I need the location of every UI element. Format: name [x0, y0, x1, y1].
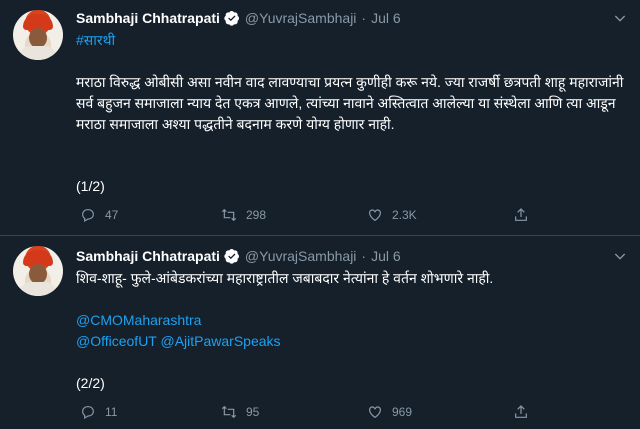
mention-link[interactable]: @OfficeofUT [76, 333, 157, 349]
tweet-header: Sambhaji Chhatrapati @YuvrajSambhaji · J… [76, 246, 401, 266]
mentions-line-2: @OfficeofUT @AjitPawarSpeaks [76, 331, 626, 352]
retweet-count: 95 [246, 405, 260, 419]
tweet[interactable]: Sambhaji Chhatrapati @YuvrajSambhaji · J… [0, 0, 640, 235]
chevron-down-icon[interactable] [612, 248, 628, 264]
author-handle[interactable]: @YuvrajSambhaji [245, 248, 357, 264]
tweet-divider [0, 235, 640, 236]
retweet-icon [221, 405, 237, 419]
retweet-button[interactable]: 298 [221, 205, 266, 225]
reply-icon [82, 406, 94, 420]
share-button[interactable] [513, 402, 538, 422]
mention-link[interactable]: @CMOMaharashtra [76, 312, 201, 328]
retweet-count: 298 [246, 208, 267, 222]
separator: · [361, 10, 367, 26]
like-button[interactable]: 969 [367, 402, 412, 422]
mention-link[interactable]: @AjitPawarSpeaks [161, 333, 281, 349]
share-icon [515, 405, 527, 418]
tweet-header: Sambhaji Chhatrapati @YuvrajSambhaji · J… [76, 8, 401, 28]
author-name[interactable]: Sambhaji Chhatrapati [76, 248, 220, 264]
tweet-actions: 11 95 969 [76, 402, 546, 422]
reply-button[interactable]: 11 [80, 402, 117, 422]
reply-icon [82, 209, 94, 223]
tweet-text: मराठा विरुद्ध ओबीसी असा नवीन वाद लावण्या… [76, 74, 624, 132]
retweet-icon [221, 208, 237, 222]
thread-counter: (2/2) [76, 375, 105, 391]
like-count: 2.3K [392, 208, 417, 222]
author-handle[interactable]: @YuvrajSambhaji [245, 10, 357, 26]
verified-badge-icon [224, 11, 239, 26]
reply-count: 11 [105, 405, 118, 419]
retweet-button[interactable]: 95 [221, 402, 259, 422]
reply-button[interactable]: 47 [80, 205, 118, 225]
thread-counter: (1/2) [76, 178, 105, 194]
tweet-date[interactable]: Jul 6 [371, 248, 401, 264]
share-icon [515, 208, 527, 221]
avatar[interactable] [13, 10, 63, 60]
like-icon [369, 209, 381, 222]
share-button[interactable] [513, 205, 538, 225]
chevron-down-icon[interactable] [612, 10, 628, 26]
verified-badge-icon [224, 249, 239, 264]
tweet-text: शिव-शाहू- फुले-आंबेडकरांच्या महाराष्ट्रा… [76, 270, 494, 286]
reply-count: 47 [105, 208, 119, 222]
hashtag-link[interactable]: #सारथी [76, 30, 626, 51]
like-icon [369, 406, 381, 419]
like-button[interactable]: 2.3K [367, 205, 417, 225]
separator: · [361, 248, 367, 264]
tweet-actions: 47 298 2.3K [76, 205, 546, 225]
mentions-line-1: @CMOMaharashtra [76, 310, 626, 331]
author-name[interactable]: Sambhaji Chhatrapati [76, 10, 220, 26]
tweet-date[interactable]: Jul 6 [371, 10, 401, 26]
avatar[interactable] [13, 246, 63, 296]
like-count: 969 [392, 405, 413, 419]
